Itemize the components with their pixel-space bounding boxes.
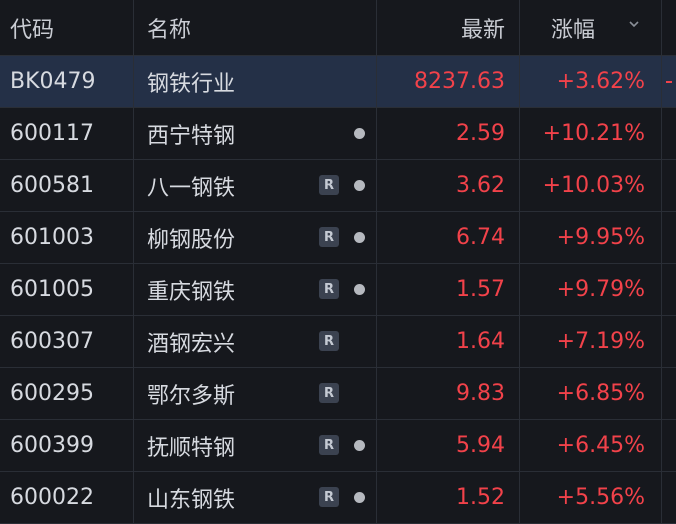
stock-name: 酒钢宏兴	[147, 331, 236, 357]
stock-code: BK0479	[10, 69, 96, 94]
table-row[interactable]: 600117 西宁特钢 2.59 +10.21%	[0, 108, 676, 160]
table-row[interactable]: 600295 鄂尔多斯 R 9.83 +6.85%	[0, 368, 676, 420]
last-price: 1.64	[456, 329, 505, 354]
dot-icon	[354, 284, 365, 295]
change-percent: +6.85%	[556, 381, 645, 406]
stock-code: 600399	[10, 433, 94, 458]
change-percent: +10.21%	[542, 121, 645, 146]
table-row[interactable]: 600022 山东钢铁 R 1.52 +5.56%	[0, 472, 676, 524]
stock-name: 八一钢铁	[147, 175, 236, 201]
r-badge-icon: R	[319, 279, 339, 299]
table-header: 代码 名称 最新 涨幅	[0, 0, 676, 56]
last-price: 5.94	[456, 433, 505, 458]
table-row[interactable]: 600581 八一钢铁 R 3.62 +10.03%	[0, 160, 676, 212]
dot-icon	[354, 492, 365, 503]
stock-code: 600022	[10, 485, 94, 510]
overflow-indicator	[666, 81, 672, 83]
r-badge-icon: R	[319, 435, 339, 455]
last-price: 2.59	[456, 121, 505, 146]
stock-code: 600117	[10, 121, 94, 146]
r-badge-icon: R	[319, 487, 339, 507]
stock-code: 601003	[10, 225, 94, 250]
header-code[interactable]: 代码	[0, 0, 133, 55]
stock-name: 鄂尔多斯	[147, 383, 236, 409]
change-percent: +3.62%	[556, 69, 645, 94]
column-divider	[133, 0, 134, 524]
stock-name: 钢铁行业	[147, 71, 236, 97]
stock-code: 600295	[10, 381, 94, 406]
table-row[interactable]: 601003 柳钢股份 R 6.74 +9.95%	[0, 212, 676, 264]
stock-name: 西宁特钢	[147, 123, 236, 149]
stock-code: 601005	[10, 277, 94, 302]
stock-code: 600581	[10, 173, 94, 198]
dot-icon	[354, 180, 365, 191]
change-percent: +7.19%	[556, 329, 645, 354]
stock-table: 代码 名称 最新 涨幅 BK0479 钢铁行业 8237.63 +3.62% 60011…	[0, 0, 676, 524]
column-divider	[376, 0, 377, 524]
stock-code: 600307	[10, 329, 94, 354]
last-price: 8237.63	[414, 69, 505, 94]
last-price: 3.62	[456, 173, 505, 198]
table-row[interactable]: 600399 抚顺特钢 R 5.94 +6.45%	[0, 420, 676, 472]
r-badge-icon: R	[319, 175, 339, 195]
change-percent: +6.45%	[556, 433, 645, 458]
change-percent: +5.56%	[556, 485, 645, 510]
dot-icon	[354, 128, 365, 139]
table-row-selected[interactable]: BK0479 钢铁行业 8237.63 +3.62%	[0, 56, 676, 108]
header-name[interactable]: 名称	[133, 0, 376, 55]
r-badge-icon: R	[319, 227, 339, 247]
stock-name: 重庆钢铁	[147, 279, 236, 305]
table-row[interactable]: 601005 重庆钢铁 R 1.57 +9.79%	[0, 264, 676, 316]
table-row[interactable]: 600307 酒钢宏兴 R 1.64 +7.19%	[0, 316, 676, 368]
stock-name: 抚顺特钢	[147, 435, 236, 461]
header-last-price[interactable]: 最新	[376, 0, 519, 55]
chevron-down-icon[interactable]	[628, 18, 640, 30]
dot-icon	[354, 440, 365, 451]
column-divider	[519, 0, 520, 524]
change-percent: +10.03%	[542, 173, 645, 198]
dot-icon	[354, 232, 365, 243]
r-badge-icon: R	[319, 383, 339, 403]
column-divider	[661, 0, 662, 524]
change-percent: +9.79%	[556, 277, 645, 302]
last-price: 1.52	[456, 485, 505, 510]
change-percent: +9.95%	[556, 225, 645, 250]
last-price: 6.74	[456, 225, 505, 250]
last-price: 1.57	[456, 277, 505, 302]
last-price: 9.83	[456, 381, 505, 406]
r-badge-icon: R	[319, 331, 339, 351]
stock-name: 柳钢股份	[147, 227, 236, 253]
stock-name: 山东钢铁	[147, 487, 236, 513]
